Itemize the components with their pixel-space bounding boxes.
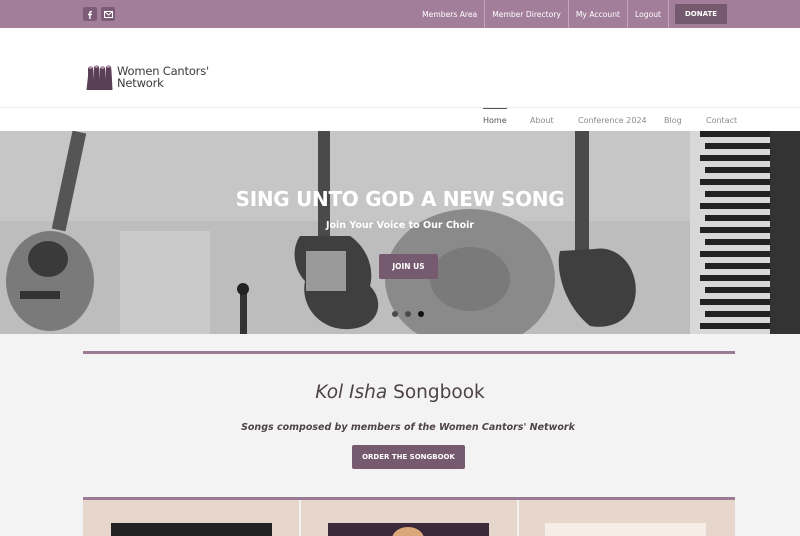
slider-dot-3[interactable] — [418, 311, 424, 317]
feature-tile-3[interactable] — [519, 500, 735, 536]
slider-dot-1[interactable] — [392, 311, 398, 317]
top-link-member-directory[interactable]: Member Directory — [484, 0, 568, 28]
logo-text: Women Cantors' Network — [117, 65, 209, 90]
top-bar: Members Area Member Directory My Account… — [0, 0, 800, 28]
hero-slider: SING UNTO GOD A NEW SONG Join Your Voice… — [0, 131, 800, 334]
slider-pagination — [392, 311, 424, 317]
nav-item-contact[interactable]: Contact — [706, 108, 737, 132]
donate-button[interactable]: DONATE — [675, 4, 727, 24]
nav-item-home[interactable]: Home — [483, 108, 507, 132]
feature-tile-2[interactable] — [301, 500, 517, 536]
feature-tile-1[interactable] — [83, 500, 299, 536]
cantors-logo-icon — [86, 65, 113, 90]
facebook-icon[interactable] — [83, 7, 97, 21]
top-nav: Members Area Member Directory My Account… — [415, 0, 800, 28]
songbook-title: Kol Isha Songbook — [0, 382, 800, 403]
site-header: Women Cantors' Network — [0, 28, 800, 108]
main-nav: Home About Conference 2024 Blog Contact — [0, 107, 800, 131]
songbook-subtitle: Songs composed by members of the Women C… — [241, 422, 575, 433]
nav-item-blog[interactable]: Blog — [664, 108, 682, 132]
join-us-button[interactable]: JOIN US — [379, 254, 438, 279]
logo-line-2: Network — [117, 75, 164, 90]
donate-wrap: DONATE — [669, 0, 800, 28]
mail-icon[interactable] — [101, 7, 115, 21]
hero-subtitle: Join Your Voice to Our Choir — [325, 220, 475, 231]
songbook-title-rest: Songbook — [393, 382, 485, 403]
order-songbook-button[interactable]: ORDER THE SONGBOOK — [352, 445, 465, 469]
top-link-members-area[interactable]: Members Area — [415, 0, 484, 28]
hero-background-image — [0, 131, 800, 334]
section-divider-top — [83, 351, 735, 354]
site-logo[interactable]: Women Cantors' Network — [85, 64, 209, 91]
slider-dot-2[interactable] — [405, 311, 411, 317]
feature-tile-3-image — [545, 523, 706, 536]
nav-item-conference-2024[interactable]: Conference 2024 — [578, 108, 647, 132]
feature-tile-1-image — [111, 523, 272, 536]
top-link-logout[interactable]: Logout — [627, 0, 668, 28]
hero-title: SING UNTO GOD A NEW SONG — [235, 187, 565, 211]
nav-item-about[interactable]: About — [530, 108, 554, 132]
top-link-my-account[interactable]: My Account — [567, 0, 627, 28]
songbook-title-italic: Kol Isha — [315, 382, 388, 403]
feature-tile-2-image — [328, 523, 489, 536]
